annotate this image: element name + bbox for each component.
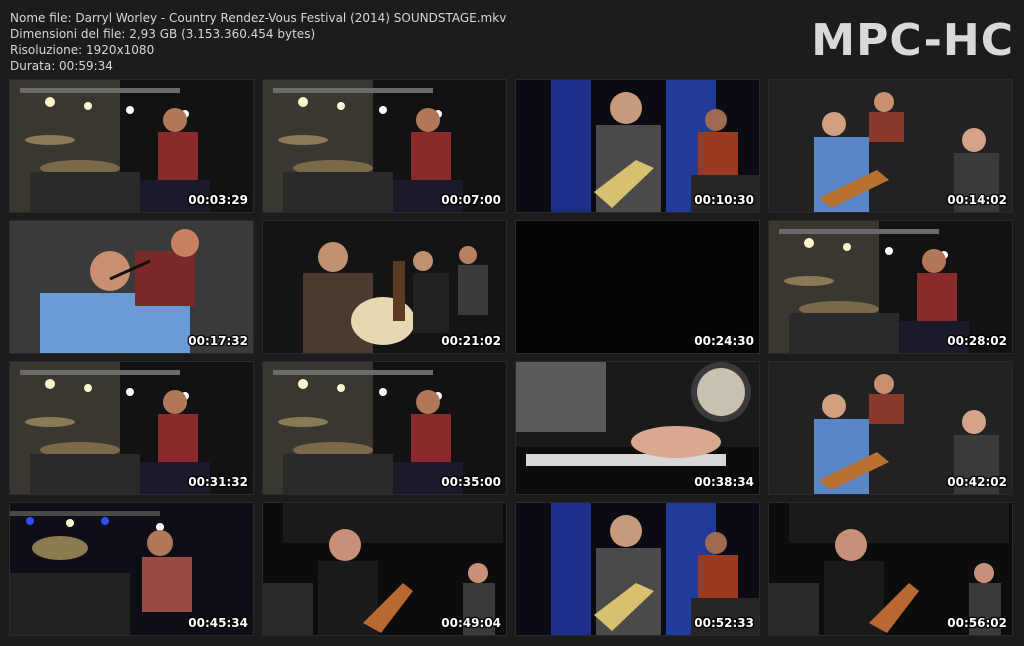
timestamp: 00:21:02 [441,334,501,348]
thumbnail-2: 00:07:00 [263,80,506,212]
timestamp: 00:45:34 [188,616,248,630]
timestamp: 00:35:00 [441,475,501,489]
thumbnail-15: 00:52:33 [516,503,759,635]
thumbnail-1: 00:03:29 [10,80,253,212]
timestamp: 00:56:02 [947,616,1007,630]
file-size-line: Dimensioni del file: 2,93 GB (3.153.360.… [10,27,316,41]
thumbnail-13: 00:45:34 [10,503,253,635]
thumbnail-11: 00:38:34 [516,362,759,494]
timestamp: 00:38:34 [694,475,754,489]
timestamp: 00:28:02 [947,334,1007,348]
thumbnail-grid: 00:03:29 00:07:00 00:10:30 00:14:02 00:1… [10,80,1012,635]
thumbnail-7: 00:24:30 [516,221,759,353]
thumbnail-3: 00:10:30 [516,80,759,212]
thumbnail-8: 00:28:02 [769,221,1012,353]
thumbnail-16: 00:56:02 [769,503,1012,635]
thumbnail-10: 00:35:00 [263,362,506,494]
file-info-panel: Nome file: Darryl Worley - Country Rende… [10,10,506,74]
duration-line: Durata: 00:59:34 [10,59,113,73]
thumbnail-5: 00:17:32 [10,221,253,353]
thumbnail-12: 00:42:02 [769,362,1012,494]
timestamp: 00:07:00 [441,193,501,207]
mpc-hc-logo: MPC-HC [811,15,1014,66]
resolution-line: Risoluzione: 1920x1080 [10,43,155,57]
timestamp: 00:14:02 [947,193,1007,207]
timestamp: 00:03:29 [188,193,248,207]
timestamp: 00:49:04 [441,616,501,630]
timestamp: 00:52:33 [694,616,754,630]
file-name-line: Nome file: Darryl Worley - Country Rende… [10,11,507,25]
thumbnail-6: 00:21:02 [263,221,506,353]
timestamp: 00:24:30 [694,334,754,348]
thumbnail-9: 00:31:32 [10,362,253,494]
timestamp: 00:42:02 [947,475,1007,489]
thumbnail-4: 00:14:02 [769,80,1012,212]
timestamp: 00:10:30 [694,193,754,207]
timestamp: 00:31:32 [188,475,248,489]
timestamp: 00:17:32 [188,334,248,348]
thumbnail-14: 00:49:04 [263,503,506,635]
